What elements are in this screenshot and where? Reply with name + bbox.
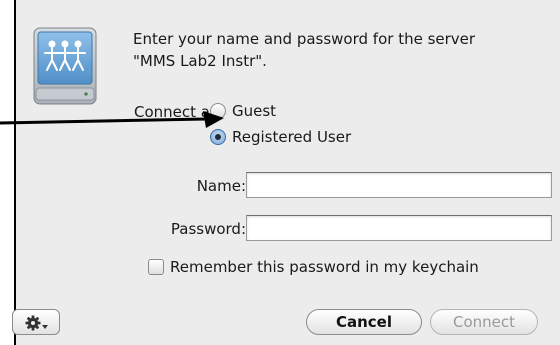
- dialog-message: Enter your name and password for the ser…: [133, 28, 553, 72]
- remember-password-checkbox[interactable]: [148, 259, 164, 275]
- message-line-1: Enter your name and password for the ser…: [133, 30, 476, 48]
- password-label: Password:: [170, 220, 246, 238]
- registered-user-radio-option[interactable]: Registered User: [210, 128, 351, 146]
- registered-user-radio-label[interactable]: Registered User: [232, 128, 351, 146]
- remember-password-label[interactable]: Remember this password in my keychain: [170, 258, 479, 276]
- connect-button[interactable]: Connect: [430, 309, 538, 335]
- name-field[interactable]: [246, 172, 552, 198]
- connect-to-server-dialog: Enter your name and password for the ser…: [14, 0, 560, 345]
- gear-icon: [25, 315, 48, 330]
- cancel-button[interactable]: Cancel: [306, 309, 422, 335]
- action-menu-button[interactable]: [12, 309, 60, 335]
- shared-server-icon: [33, 27, 97, 105]
- annotation-arrow: [0, 111, 224, 128]
- message-line-2: "MMS Lab2 Instr".: [133, 52, 267, 70]
- name-label: Name:: [196, 177, 246, 195]
- password-field[interactable]: [246, 215, 552, 241]
- guest-radio-label[interactable]: Guest: [232, 102, 276, 120]
- remember-password-option[interactable]: Remember this password in my keychain: [148, 258, 479, 276]
